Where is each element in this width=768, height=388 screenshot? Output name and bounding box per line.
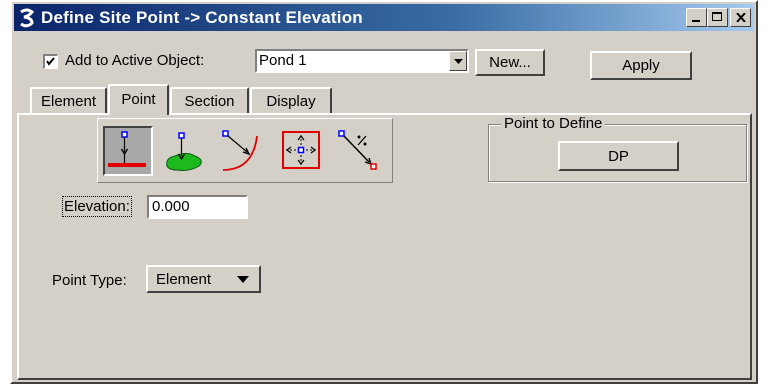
active-object-select[interactable]: Pond 1 bbox=[255, 49, 469, 73]
elevation-label: Elevation: bbox=[62, 196, 132, 217]
active-object-value: Pond 1 bbox=[259, 52, 307, 69]
tab-section-label: Section bbox=[184, 92, 235, 110]
point-on-curve-icon bbox=[222, 130, 258, 171]
maximize-icon bbox=[712, 12, 722, 21]
tab-point[interactable]: Point bbox=[108, 84, 169, 115]
checkmark-icon bbox=[46, 57, 55, 66]
chevron-down-icon bbox=[237, 276, 249, 283]
close-icon bbox=[735, 13, 746, 22]
tool-point-in-box[interactable] bbox=[277, 126, 327, 176]
tab-display-label: Display bbox=[266, 92, 316, 110]
minimize-icon bbox=[692, 20, 700, 22]
tab-element[interactable]: Element bbox=[30, 87, 107, 113]
dropdown-button[interactable] bbox=[449, 51, 467, 71]
point-method-toolbar bbox=[97, 118, 393, 183]
new-button[interactable]: New... bbox=[475, 49, 545, 76]
app-logo-icon bbox=[17, 7, 37, 29]
point-type-select[interactable]: Element bbox=[146, 265, 261, 293]
tool-point-on-curve[interactable] bbox=[219, 126, 269, 176]
tab-element-label: Element bbox=[40, 92, 97, 110]
dp-button[interactable]: DP bbox=[558, 141, 679, 171]
new-button-label: New... bbox=[489, 54, 531, 71]
apply-button[interactable]: Apply bbox=[590, 51, 692, 80]
add-to-active-checkbox[interactable] bbox=[43, 54, 58, 69]
tool-point-on-surface[interactable] bbox=[161, 126, 211, 176]
point-slope-icon bbox=[338, 130, 377, 170]
chevron-down-icon bbox=[453, 58, 463, 64]
tab-section[interactable]: Section bbox=[170, 87, 249, 113]
tab-display[interactable]: Display bbox=[250, 87, 332, 113]
point-in-box-icon bbox=[282, 131, 320, 169]
tool-point-on-element[interactable] bbox=[103, 126, 153, 176]
window-title: Define Site Point -> Constant Elevation bbox=[41, 7, 363, 27]
close-button[interactable] bbox=[730, 8, 751, 27]
elevation-field[interactable]: 0.000 bbox=[147, 195, 248, 219]
maximize-button[interactable] bbox=[707, 8, 728, 27]
tool-point-slope[interactable] bbox=[335, 126, 385, 176]
title-bar[interactable]: Define Site Point -> Constant Elevation bbox=[14, 4, 754, 31]
tab-point-label: Point bbox=[121, 91, 156, 108]
point-type-label: Point Type: bbox=[52, 272, 127, 289]
minimize-button[interactable] bbox=[686, 8, 707, 27]
point-on-element-icon bbox=[108, 131, 146, 167]
elevation-value: 0.000 bbox=[152, 198, 190, 215]
add-to-active-label: Add to Active Object: bbox=[65, 52, 205, 69]
point-type-value: Element bbox=[156, 270, 212, 288]
point-on-surface-icon bbox=[166, 132, 202, 171]
point-to-define-title: Point to Define bbox=[501, 115, 606, 132]
dp-button-label: DP bbox=[608, 147, 629, 165]
apply-button-label: Apply bbox=[622, 57, 660, 74]
